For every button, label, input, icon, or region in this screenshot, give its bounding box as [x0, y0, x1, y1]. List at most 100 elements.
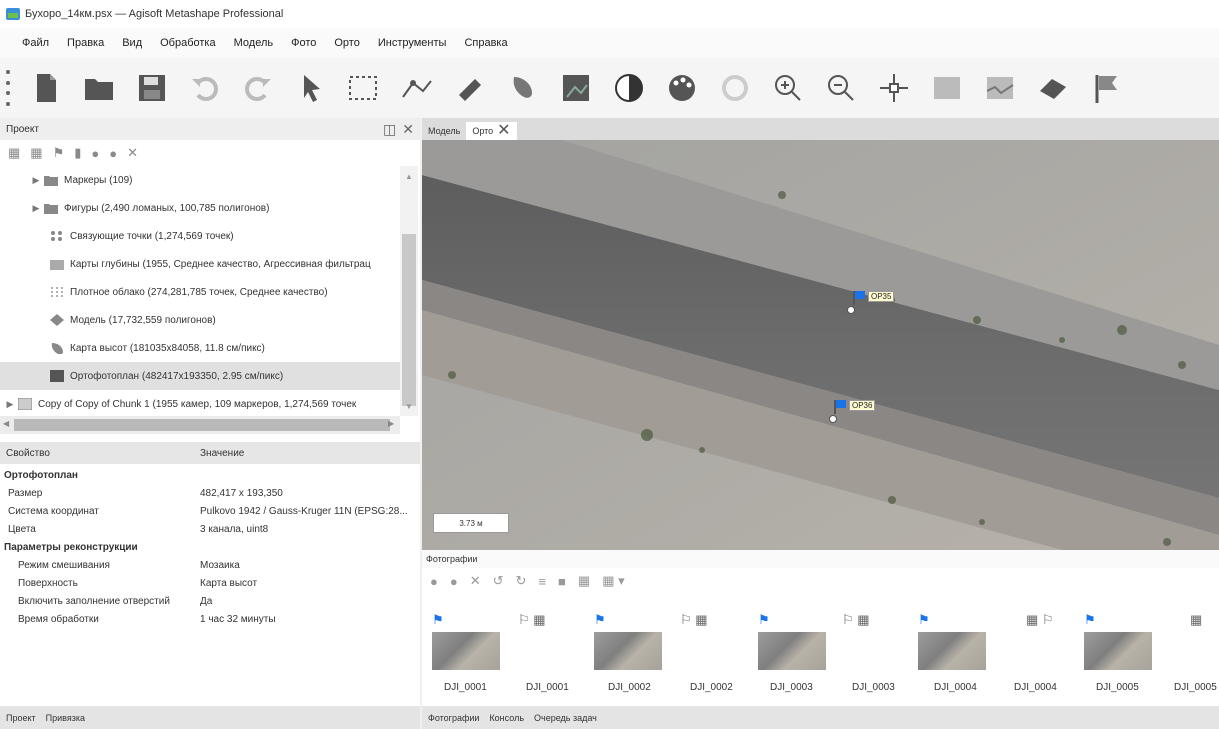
menu-workflow[interactable]: Обработка	[160, 37, 215, 49]
tree-item-tie-points[interactable]: Связующие точки (1,274,569 точек)	[0, 222, 400, 250]
scroll-up-icon[interactable]: ▲	[405, 172, 413, 181]
move-icon[interactable]	[872, 66, 916, 110]
tab-model[interactable]: Модель	[422, 122, 466, 140]
save-icon[interactable]	[130, 66, 174, 110]
marker-label[interactable]: OP35	[868, 291, 895, 302]
disable-icon[interactable]: ●	[109, 146, 117, 161]
photo-label[interactable]: DJI_0001	[526, 682, 569, 693]
scroll-right-icon[interactable]: ▶	[388, 419, 394, 428]
marker-flag-icon[interactable]	[853, 291, 865, 305]
palette-icon[interactable]	[660, 66, 704, 110]
photo-thumbnail[interactable]	[432, 632, 500, 670]
tree-horizontal-scrollbar[interactable]: ◀ ▶	[0, 416, 400, 434]
new-document-icon[interactable]	[24, 66, 68, 110]
tab-jobs[interactable]: Очередь задач	[534, 713, 597, 723]
marker-point-icon[interactable]	[847, 306, 855, 314]
flag-icon: ▦ ⚐	[1026, 612, 1054, 627]
photo-label[interactable]: DJI_0003	[852, 682, 895, 693]
marker-point-icon[interactable]	[829, 415, 837, 423]
menu-view[interactable]: Вид	[122, 37, 142, 49]
menu-help[interactable]: Справка	[464, 37, 507, 49]
view-mode-icon[interactable]: ▦ ▾	[602, 573, 624, 589]
zoom-in-icon[interactable]	[766, 66, 810, 110]
orthomosaic-view-icon[interactable]	[554, 66, 598, 110]
toolbar-grip[interactable]	[6, 70, 12, 106]
redo-icon[interactable]	[236, 66, 280, 110]
mask-icon[interactable]: ■	[558, 574, 566, 589]
tree-item-dem[interactable]: Карта высот (181035x84058, 11.8 см/пикс)	[0, 334, 400, 362]
hscroll-thumb[interactable]	[14, 419, 390, 431]
menu-model[interactable]: Модель	[234, 37, 273, 49]
dem-view-icon[interactable]	[501, 66, 545, 110]
scroll-thumb[interactable]	[402, 234, 416, 406]
close-tab-icon[interactable]: ✕	[497, 123, 510, 139]
tree-item-dense-cloud[interactable]: Плотное облако (274,281,785 точек, Средн…	[0, 278, 400, 306]
draw-polyline-icon[interactable]	[395, 66, 439, 110]
enable-camera-icon[interactable]: ●	[430, 574, 438, 589]
menu-tools[interactable]: Инструменты	[378, 37, 447, 49]
photo-label[interactable]: DJI_0002	[690, 682, 733, 693]
disable-camera-icon[interactable]: ●	[450, 574, 458, 589]
add-photos-icon[interactable]: ▦	[30, 145, 42, 161]
tab-ortho[interactable]: Орто ✕	[466, 122, 517, 140]
cursor-icon[interactable]	[289, 66, 333, 110]
marker-flag-icon[interactable]	[1084, 66, 1128, 110]
enable-icon[interactable]: ●	[91, 146, 99, 161]
tree-vertical-scrollbar[interactable]: ▲ ▼	[400, 166, 418, 416]
rectangle-selection-icon[interactable]	[342, 66, 386, 110]
zoom-out-icon[interactable]	[819, 66, 863, 110]
menu-photo[interactable]: Фото	[291, 37, 316, 49]
photo-label[interactable]: DJI_0005	[1174, 682, 1217, 693]
value-column-header[interactable]: Значение	[200, 448, 244, 459]
tree-item-shapes[interactable]: ▶ Фигуры (2,490 ломаных, 100,785 полигон…	[0, 194, 400, 222]
ruler-icon[interactable]	[448, 66, 492, 110]
marker-label[interactable]: OP36	[849, 400, 876, 411]
open-folder-icon[interactable]	[77, 66, 121, 110]
tab-reference[interactable]: Привязка	[46, 713, 85, 723]
close-icon[interactable]: ✕	[402, 121, 414, 138]
tab-console[interactable]: Консоль	[489, 713, 524, 723]
tab-project[interactable]: Проект	[6, 713, 36, 723]
add-scalebar-icon[interactable]: ▮	[74, 145, 81, 161]
remove-camera-icon[interactable]: ✕	[470, 573, 481, 589]
photos-panel: Фотографии ● ● ✕ ↺ ↻ ≡ ■ ▦ ▦ ▾ ⚑ DJI_000…	[422, 550, 1219, 706]
tree-item-model[interactable]: Модель (17,732,559 полигонов)	[0, 306, 400, 334]
add-marker-icon[interactable]: ⚑	[53, 145, 65, 161]
menu-ortho[interactable]: Орто	[334, 37, 359, 49]
rotate-right-icon[interactable]: ↻	[516, 573, 527, 589]
remove-icon[interactable]: ✕	[127, 145, 138, 161]
shapes-icon[interactable]	[1031, 66, 1075, 110]
flag-icon: ⚑	[594, 612, 606, 627]
add-chunk-icon[interactable]: ▦	[8, 145, 20, 161]
expand-arrow-icon[interactable]: ▶	[2, 399, 18, 410]
tree-item-depth-maps[interactable]: Карты глубины (1955, Среднее качество, А…	[0, 250, 400, 278]
orthomosaic-view[interactable]: OP35 OP36 3.73 м	[422, 140, 1219, 550]
undock-icon[interactable]: ◫	[383, 121, 396, 138]
menu-file[interactable]: Файл	[22, 37, 49, 49]
menu-edit[interactable]: Правка	[67, 37, 104, 49]
property-column-header[interactable]: Свойство	[0, 448, 200, 459]
tab-photos[interactable]: Фотографии	[428, 713, 479, 723]
flag-icon: ⚑	[758, 612, 770, 627]
photo-thumbnail[interactable]	[758, 632, 826, 670]
seamline-icon[interactable]	[978, 66, 1022, 110]
filter-icon[interactable]: ≡	[538, 574, 546, 589]
photo-thumbnail[interactable]	[594, 632, 662, 670]
photo-thumbnail[interactable]	[918, 632, 986, 670]
image-icon[interactable]	[925, 66, 969, 110]
photo-label[interactable]: DJI_0004	[1014, 682, 1057, 693]
expand-arrow-icon[interactable]: ▶	[28, 175, 44, 186]
undo-icon[interactable]	[183, 66, 227, 110]
refresh-icon[interactable]	[713, 66, 757, 110]
photo-thumbnail[interactable]	[1084, 632, 1152, 670]
rotate-left-icon[interactable]: ↺	[493, 573, 504, 589]
scroll-left-icon[interactable]: ◀	[3, 419, 9, 428]
tree-item-chunk[interactable]: ▶ Copy of Copy of Chunk 1 (1955 камер, 1…	[0, 390, 400, 416]
expand-arrow-icon[interactable]: ▶	[28, 203, 44, 214]
marker-flag-icon[interactable]	[834, 400, 846, 414]
tree-item-markers[interactable]: ▶ Маркеры (109)	[0, 166, 400, 194]
scroll-down-icon[interactable]: ▼	[405, 402, 413, 411]
image-icon[interactable]: ▦	[578, 573, 590, 589]
contrast-icon[interactable]	[607, 66, 651, 110]
tree-item-orthomosaic[interactable]: Ортофотоплан (482417x193350, 2.95 см/пик…	[0, 362, 400, 390]
